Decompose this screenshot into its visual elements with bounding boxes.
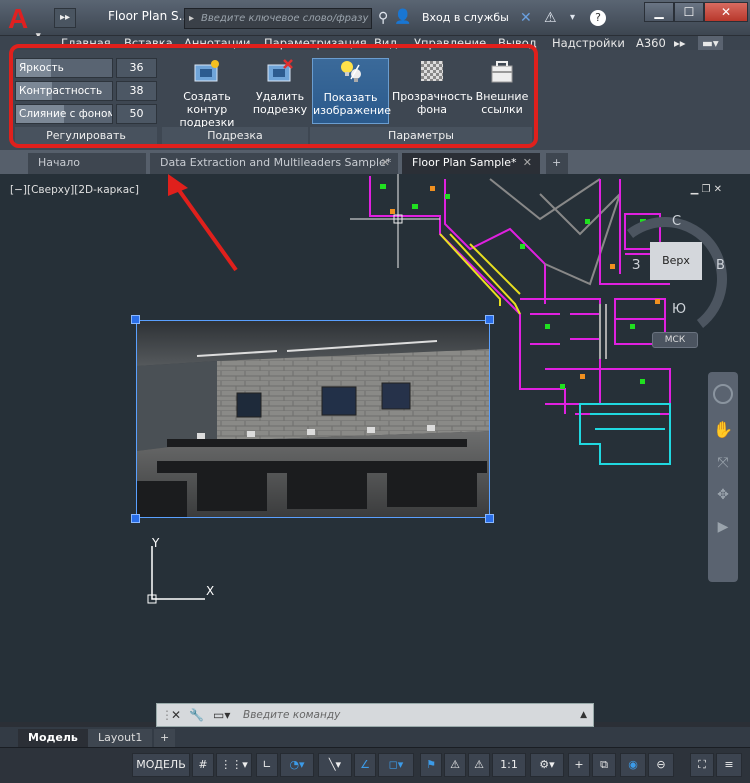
sign-in-button[interactable]: Вход в службы [422,11,509,24]
close-tab-icon[interactable]: ✕ [381,153,390,173]
scale-dropdown[interactable]: 1:1 [492,753,526,777]
command-history-icon[interactable]: ▲ [580,704,587,726]
model-space-button[interactable]: МОДЕЛЬ [132,753,190,777]
new-tab-button[interactable]: + [546,153,568,174]
add-layout-button[interactable]: + [154,729,176,747]
layout-tab-bar: Модель Layout1 + [0,727,750,747]
tab-floor-plan[interactable]: Floor Plan Sample* ✕ [402,153,540,174]
application-menu-button[interactable]: A ▾ [8,4,48,41]
annotation-visibility-icon[interactable]: ⚑ [420,753,442,777]
annotation-highlight-box [9,44,538,148]
settings-gear-icon[interactable]: ⚙▾ [530,753,564,777]
status-bar: МОДЕЛЬ # ⋮⋮▾ ∟ ◔▾ ╲▾ ∠ ◻▾ ⚑ ⚠ ⚠ 1:1 ⚙▾ +… [0,747,750,783]
help-button[interactable]: ? [590,10,606,26]
polar-icon[interactable]: ◔▾ [280,753,314,777]
exchange-icon[interactable]: ✕ [520,10,532,26]
plus-icon[interactable]: + [568,753,590,777]
close-button[interactable]: ✕ [704,2,748,22]
annotation-scale-icon[interactable]: ⚠ [468,753,490,777]
object-snap-icon[interactable]: ◻▾ [378,753,414,777]
tab-a360[interactable]: A360 [636,36,666,50]
isometric-icon[interactable]: ╲▾ [318,753,352,777]
quick-access-expand-button[interactable]: ▸▸ [54,8,76,28]
auto-scale-icon[interactable]: ⚠ [444,753,466,777]
fullscreen-icon[interactable]: ⛶ [690,753,714,777]
binoculars-icon[interactable]: ⚲ [378,10,388,26]
layout-icon[interactable]: ⧉ [592,753,616,777]
title-bar: A▾ ▸▸ Floor Plan S... Введите ключевое с… [0,0,750,41]
command-input[interactable]: Введите команду [243,704,340,726]
minimize-button[interactable]: ▁ [644,2,674,22]
document-tab-bar: Начало Data Extraction and Multileaders … [0,150,750,174]
ortho-icon[interactable]: ∟ [256,753,278,777]
a360-icon[interactable]: ⚠ [544,10,557,26]
tab-model[interactable]: Модель [18,729,88,747]
close-tab-icon[interactable]: ✕ [523,153,532,173]
annotation-arrow [168,174,238,272]
ribbon-options-icon[interactable]: ▬▾ [698,36,723,50]
isolate-objects-icon[interactable]: ⊖ [648,753,674,777]
wrench-icon[interactable]: 🔧 [189,704,204,726]
tab-data-extraction[interactable]: Data Extraction and Multileaders Sample*… [150,153,398,174]
command-prompt-icon[interactable]: ▭▾ [213,704,230,726]
document-title: Floor Plan S... [108,9,191,23]
close-icon[interactable]: ✕ [171,704,181,726]
command-line[interactable]: ⋮ ✕ 🔧 ▭▾ Введите команду ▲ [156,703,594,727]
snap-icon[interactable]: ⋮⋮▾ [216,753,252,777]
user-icon: 👤 [394,9,412,25]
customization-menu-icon[interactable]: ≡ [716,753,742,777]
grid-icon[interactable]: # [192,753,214,777]
hardware-acceleration-icon[interactable]: ◉ [620,753,646,777]
maximize-button[interactable]: ☐ [674,2,704,22]
search-input[interactable]: Введите ключевое слово/фразу [184,8,372,29]
chevron-down-icon[interactable]: ▾ [570,12,575,23]
tab-addins[interactable]: Надстройки [552,36,625,50]
tab-layout1[interactable]: Layout1 [88,729,153,747]
more-tabs-icon[interactable]: ▸▸ [674,36,686,50]
osnap-tracking-icon[interactable]: ∠ [354,753,376,777]
drawing-canvas[interactable]: [−][Сверху][2D-каркас] ▁ ❐ ✕ С З В Ю Вер… [0,174,750,722]
tab-start[interactable]: Начало [28,153,146,174]
